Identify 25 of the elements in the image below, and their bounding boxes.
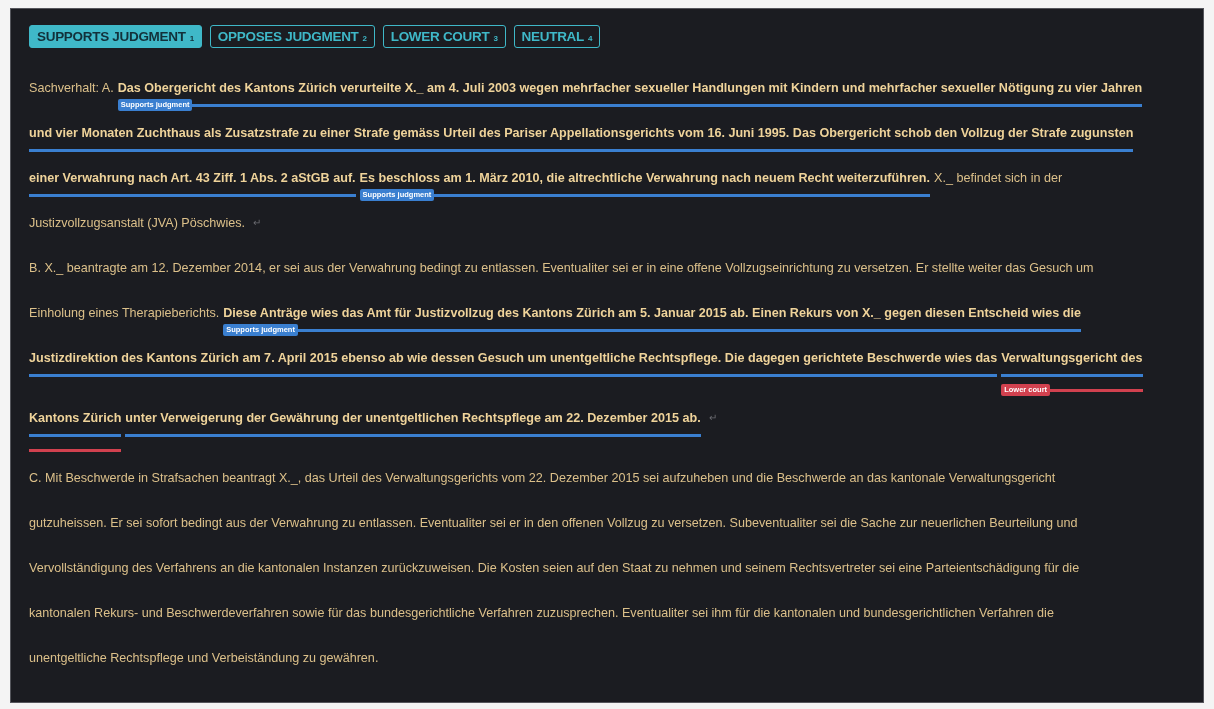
label-tab[interactable]: LOWER COURT 3 xyxy=(382,25,506,48)
document-text: unentgeltliche Rechtspflege und Verbeiständung zu gewähren. xyxy=(29,650,379,667)
annotated-text: und vier Monaten Zuchthaus als Zusatzstrafe zu einer Strafe gemäss Urteil des Pariser Appellationsgerichts vom 16. Juni 1995. Das Obergericht schob den Vollzug der Strafe zugunsten xyxy=(29,125,1134,142)
annotated-text: unter Verweigerung der Gewährung der unentgeltlichen Rechtspflege am 22. Dezember 2015 ab. xyxy=(125,410,701,427)
document-text: Sachverhalt: A. xyxy=(29,80,114,97)
document-text: C. Mit Beschwerde in Strafsachen beantragt X._, das Urteil des Verwaltungsgerichts vom 22. Dezember 2015 sei aufzuheben und die Beschwerde an das kantonale Verwaltungsgericht xyxy=(29,470,1056,487)
document-text: B. X._ beantragte am 12. Dezember 2014, er sei aus der Verwahrung bedingt zu entlassen. Eventualiter sei er in eine offene Vollzugseinrichtung zu versetzen. Er stellte weiter das Gesuch um xyxy=(29,260,1094,277)
document-text: Justizvollzugsanstalt (JVA) Pöschwies. xyxy=(29,215,246,232)
annotated-text: Kantons Zürich xyxy=(29,410,122,427)
annotated-text: Das Obergericht des Kantons Zürich verurteilte X._ am 4. Juli 2003 wegen mehrfacher sexueller Handlungen mit Kindern und mehrfacher sexueller Nötigung zu vier Jahren xyxy=(117,80,1143,97)
label-tab[interactable]: OPPOSES JUDGMENT 2 xyxy=(209,25,375,48)
return-mark: ↵ xyxy=(708,411,717,425)
label-tab[interactable]: SUPPORTS JUDGMENT 1 xyxy=(29,25,202,48)
document-text: Einholung eines Therapieberichts. xyxy=(29,305,220,322)
document-text: X._ befindet sich in der xyxy=(934,170,1063,187)
annotated-text: Verwaltungsgericht des xyxy=(1001,350,1143,367)
return-mark: ↵ xyxy=(253,216,262,230)
annotated-text: Diese Anträge wies das Amt für Justizvollzug des Kantons Zürich am 5. Januar 2015 ab. Einen Rekurs von X._ gegen diesen Entscheid wies die xyxy=(223,305,1081,322)
document-text: kantonalen Rekurs- und Beschwerdeverfahren sowie für das bundesgerichtliche Verfahren zuzusprechen. Eventualiter sei ihm für die kantonalen und bundesgerichtlichen Verfahren die xyxy=(29,605,1054,622)
document-text: Vervollständigung des Verfahrens an die kantonalen Instanzen zurückzuweisen. Die Kosten seien auf den Staat zu nehmen und seinem Rechtsvertreter sei eine Parteientschädigung für die xyxy=(29,560,1080,577)
annotated-text: Es beschloss am 1. März 2010, die altrechtliche Verwahrung nach neuem Recht weiterzuführen. xyxy=(359,170,930,187)
annotated-text: Justizdirektion des Kantons Zürich am 7. April 2015 ebenso ab wie dessen Gesuch um unentgeltliche Rechtspflege. Die dagegen gerichtete Beschwerde wies das xyxy=(29,350,998,367)
annotated-text: einer Verwahrung nach Art. 43 Ziff. 1 Abs. 2 aStGB auf. xyxy=(29,170,356,187)
document-text: gutzuheissen. Er sei sofort bedingt aus der Verwahrung zu entlassen. Eventualiter sei er in den offenen Vollzug zu versetzen. Subeventualiter sei die Sache zur neuerlichen Beurteilung und xyxy=(29,515,1078,532)
label-tab[interactable]: NEUTRAL 4 xyxy=(513,25,601,48)
